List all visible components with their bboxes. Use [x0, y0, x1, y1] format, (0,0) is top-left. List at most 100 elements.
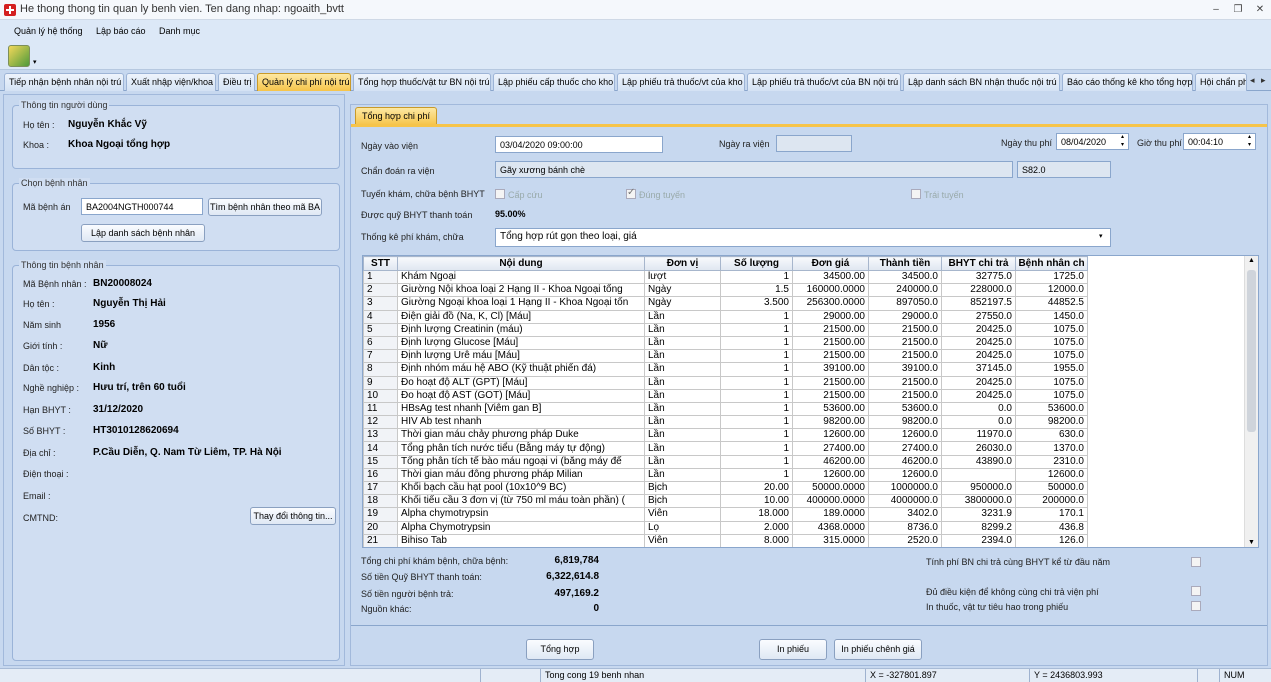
table-cell: 7: [363, 349, 398, 364]
menu-catalog[interactable]: Danh mục: [159, 26, 200, 36]
column-header[interactable]: BHYT chi trả: [941, 256, 1016, 271]
table-cell: 228000.0: [941, 283, 1016, 298]
paydate-input[interactable]: 08/04/2020: [1056, 133, 1129, 150]
column-header[interactable]: Bệnh nhân ch: [1015, 256, 1088, 271]
restore-button[interactable]: ❐: [1227, 2, 1249, 17]
table-cell: 897050.0: [868, 296, 942, 311]
table-cell: 1450.0: [1015, 309, 1088, 324]
tab-admission[interactable]: Tiếp nhận bệnh nhân nội trú: [4, 73, 124, 91]
tab-cost-management[interactable]: Quản lý chi phí nội trú: [257, 73, 351, 91]
table-row[interactable]: 17 Khối bạch cầu hạt pool (10x10^9 BC) Bịc…: [363, 480, 1088, 496]
table-row[interactable]: 12 HIV Ab test nhanh Lần 1 98200.00 98200.0 0.…: [363, 415, 1088, 430]
stat-select[interactable]: Tổng hợp rút gọn theo loại, giá: [495, 228, 1111, 247]
table-cell: 189.0000: [792, 507, 869, 522]
tab-cost-summary[interactable]: Tổng hợp chi phí: [355, 107, 437, 125]
print-difference-button[interactable]: In phiếu chênh giá: [834, 639, 922, 660]
diag-input[interactable]: Gãy xương bánh chè: [495, 161, 1013, 178]
table-row[interactable]: 2 Giường Nội khoa loại 2 Hạng II - Khoa N…: [363, 283, 1088, 298]
tab-drug-summary[interactable]: Tổng hợp thuốc/vật tư BN nội trú: [353, 73, 491, 91]
table-cell: Ngày: [644, 296, 721, 311]
change-info-button[interactable]: Thay đổi thông tin...: [250, 507, 336, 525]
table-cell: 98200.00: [792, 415, 869, 430]
table-row[interactable]: 1 Khám Ngoại lượt 1 34500.00 34500.0 32775.0 17…: [363, 269, 1088, 285]
tab-drug-issue[interactable]: Lập phiếu cấp thuốc cho kho: [493, 73, 615, 91]
table-row[interactable]: 13 Thời gian máu chảy phương pháp Duke Lần…: [363, 428, 1088, 443]
table-cell: 9: [363, 375, 398, 390]
table-row[interactable]: 5 Định lượng Creatinin (máu) Lần 1 21500.00 2…: [363, 322, 1088, 337]
table-row[interactable]: 11 HBsAg test nhanh [Viêm gan B] Lần 1 53600…: [363, 401, 1088, 417]
table-row[interactable]: 15 Tổng phân tích tế bào máu ngoại vi (bằ…: [363, 454, 1088, 469]
app-logo-icon: [4, 4, 16, 16]
table-cell: 12600.0: [1015, 467, 1088, 483]
table-cell: 1075.0: [1015, 388, 1088, 403]
discharge-date-input[interactable]: [776, 135, 852, 152]
chevron-down-icon[interactable]: ▾: [1099, 232, 1103, 240]
column-header[interactable]: Số lượng: [720, 256, 793, 271]
scroll-up-icon[interactable]: ▲: [1248, 257, 1255, 264]
table-cell: 18: [363, 494, 398, 509]
menu-reports[interactable]: Lập báo cáo: [96, 26, 146, 36]
patient-list-button[interactable]: Lập danh sách bệnh nhân: [81, 224, 205, 242]
tool-icon[interactable]: [8, 45, 30, 67]
diag-code-input[interactable]: S82.0: [1017, 161, 1111, 178]
correct-route-checkbox[interactable]: [626, 187, 636, 199]
tab-drug-list[interactable]: Lập danh sách BN nhận thuốc nội trú: [903, 73, 1060, 91]
option-yearly-checkbox[interactable]: [1191, 557, 1201, 567]
table-cell: 8736.0: [868, 520, 942, 535]
tab-report[interactable]: Báo cáo thống kê kho tổng hợp: [1062, 73, 1193, 91]
patient-field-label: CMTND:: [23, 513, 58, 523]
column-header[interactable]: Thành tiền: [868, 256, 942, 271]
scroll-down-icon[interactable]: ▼: [1248, 539, 1255, 546]
search-by-record-button[interactable]: Tìm bệnh nhân theo mã BA: [208, 198, 322, 216]
table-row[interactable]: 6 Định lượng Glucose [Máu] Lần 1 21500.00 215…: [363, 335, 1088, 351]
column-header[interactable]: Đơn vị: [644, 256, 721, 271]
table-cell: Giường Ngoại khoa loại 1 Hạng II - Khoa …: [397, 296, 645, 311]
column-header[interactable]: Đơn giá: [792, 256, 869, 271]
table-cell: 2310.0: [1015, 454, 1088, 469]
print-button[interactable]: In phiếu: [759, 639, 827, 660]
option-exempt-checkbox[interactable]: [1191, 586, 1201, 596]
tab-return-patient[interactable]: Lập phiếu trả thuốc/vt của BN nội trú: [747, 73, 901, 91]
table-row[interactable]: 18 Khối tiểu cầu 3 đơn vị (từ 750 ml máu …: [363, 494, 1088, 509]
emergency-checkbox[interactable]: [495, 189, 505, 199]
table-cell: Lần: [644, 375, 721, 390]
table-row[interactable]: 8 Định nhóm máu hệ ABO (Kỹ thuật phiến đá…: [363, 362, 1088, 377]
table-scrollbar[interactable]: ▲ ▼: [1244, 256, 1258, 547]
column-header[interactable]: Nội dung: [397, 256, 645, 271]
table-cell: 44852.5: [1015, 296, 1088, 311]
paytime-input[interactable]: 00:04:10: [1183, 133, 1256, 150]
table-row[interactable]: 20 Alpha Chymotrypsin Lọ 2.000 4368.0000 8736…: [363, 520, 1088, 535]
table-row[interactable]: 16 Thời gian máu đông phương pháp Milian L…: [363, 467, 1088, 483]
tab-return-store[interactable]: Lập phiếu trả thuốc/vt của kho: [617, 73, 745, 91]
dropdown-arrow-icon[interactable]: ▾: [33, 58, 37, 66]
tab-transfer[interactable]: Xuất nhập viện/khoa: [126, 73, 216, 91]
paydate-spin-icon[interactable]: ▴ ▾: [1121, 133, 1124, 149]
wrong-route-checkbox[interactable]: [911, 189, 921, 199]
table-cell: 18.000: [720, 507, 793, 522]
menu-system[interactable]: Quản lý hệ thống: [14, 26, 83, 36]
tab-next-icon[interactable]: ▸: [1261, 75, 1266, 86]
option-print-drugs-checkbox[interactable]: [1191, 601, 1201, 611]
table-row[interactable]: 3 Giường Ngoại khoa loại 1 Hạng II - Khoa…: [363, 296, 1088, 311]
table-row[interactable]: 9 Đo hoạt độ ALT (GPT) [Máu] Lần 1 21500.00 2…: [363, 375, 1088, 390]
tab-treatment[interactable]: Điều trị: [218, 73, 255, 91]
admit-date-input[interactable]: 03/04/2020 09:00:00: [495, 136, 663, 153]
table-row[interactable]: 19 Alpha chymotrypsin Viên 18.000 189.0000 34…: [363, 507, 1088, 522]
table-cell: 37145.0: [941, 362, 1016, 377]
tab-consultation[interactable]: Hội chẩn phẫ: [1195, 73, 1247, 91]
scroll-thumb[interactable]: [1247, 270, 1256, 432]
table-row[interactable]: 4 Điện giải đồ (Na, K, Cl) [Máu] Lần 1 29000…: [363, 309, 1088, 324]
tab-prev-icon[interactable]: ◂: [1250, 75, 1255, 86]
table-cell: 27400.00: [792, 441, 869, 456]
paytime-spin-icon[interactable]: ▴ ▾: [1248, 133, 1251, 149]
table-row[interactable]: 10 Đo hoạt độ AST (GOT) [Máu] Lần 1 21500.00…: [363, 388, 1088, 403]
table-row[interactable]: 7 Định lượng Urê máu [Máu] Lần 1 21500.00 215…: [363, 349, 1088, 364]
table-row[interactable]: 21 Bihiso Tab Viên 8.000 315.0000 2520.0 2394.…: [363, 533, 1088, 547]
record-input[interactable]: BA2004NGTH000744: [81, 198, 203, 215]
table-row[interactable]: 14 Tổng phân tích nước tiểu (Bằng máy tự …: [363, 441, 1088, 456]
summarize-button[interactable]: Tổng hợp: [526, 639, 594, 660]
close-button[interactable]: ✕: [1249, 2, 1271, 17]
table-cell: Tổng phân tích tế bào máu ngoại vi (bằng…: [397, 454, 645, 469]
minimize-button[interactable]: –: [1205, 2, 1227, 17]
column-header[interactable]: STT: [363, 256, 398, 271]
